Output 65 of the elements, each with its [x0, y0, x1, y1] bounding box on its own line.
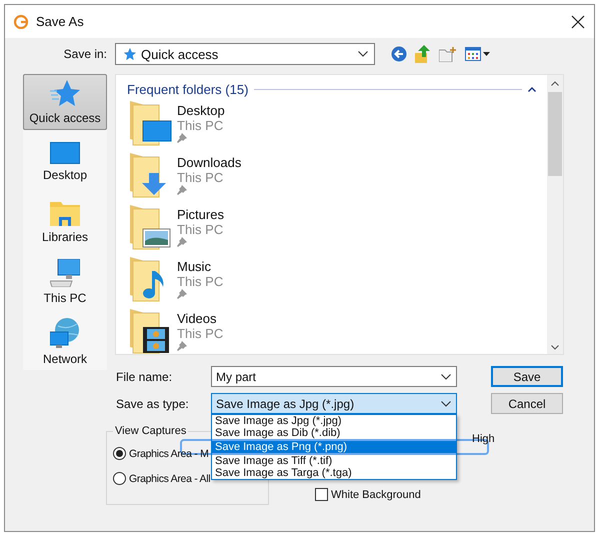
pin-icon [177, 185, 187, 195]
places-item[interactable]: This PC [23, 254, 107, 310]
save-in-label: Save in: [62, 47, 108, 61]
folder-icon [50, 200, 80, 226]
file-name-field[interactable]: My part [211, 366, 457, 387]
network-icon [50, 318, 80, 348]
folder-location: This PC [177, 222, 224, 237]
monitor-icon [50, 142, 80, 164]
places-item[interactable]: Network [23, 314, 107, 370]
pin-icon [177, 133, 187, 143]
scrollbar-thumb[interactable] [548, 92, 562, 176]
chevron-down-icon [441, 374, 451, 380]
pin-icon [177, 289, 187, 299]
back-icon[interactable] [391, 46, 407, 62]
pin-icon [177, 237, 187, 247]
file-name-label: File name: [115, 370, 174, 384]
app-logo-icon [14, 14, 28, 28]
computer-icon [50, 259, 80, 287]
save-as-type-dropdown[interactable]: Save Image as Jpg (*.jpg) [211, 393, 457, 414]
pictures-folder-icon [127, 203, 173, 251]
dropdown-option[interactable]: Save Image as Tiff (*.tif) [212, 455, 456, 467]
dropdown-option[interactable]: Save Image as Jpg (*.jpg) [212, 415, 456, 427]
folder-name[interactable]: Downloads [177, 155, 242, 170]
save-in-dropdown[interactable]: Quick access [115, 43, 375, 65]
places-item[interactable]: Quick access [23, 74, 107, 130]
places-item[interactable]: Libraries [23, 194, 107, 250]
folder-location: This PC [177, 118, 224, 133]
up-folder-icon[interactable] [415, 45, 431, 63]
save-button[interactable]: Save [491, 366, 563, 387]
radio-label: Graphics Area - All [129, 472, 210, 484]
group-header[interactable]: Frequent folders (15) [127, 82, 248, 96]
caret-icon [483, 52, 490, 56]
window-title: Save As [36, 14, 85, 29]
star-icon [50, 79, 80, 107]
dropdown-option[interactable]: Save Image as Dib (*.dib) [212, 427, 456, 439]
dropdown-option[interactable]: Save Image as Png (*.png) [212, 441, 456, 453]
star-icon [122, 47, 136, 61]
new-folder-icon[interactable] [439, 46, 457, 62]
scroll-up-icon[interactable] [551, 81, 559, 86]
save-as-type-label: Save as type: [115, 396, 190, 410]
folder-name[interactable]: Desktop [177, 103, 225, 118]
checkbox-label: White Background [331, 488, 421, 500]
chevron-down-icon [358, 51, 368, 57]
radio-button[interactable] [113, 447, 126, 460]
folder-name[interactable]: Music [177, 259, 224, 274]
grid-icon [465, 47, 481, 61]
folder-name[interactable]: Videos [177, 311, 224, 326]
scroll-down-icon[interactable] [551, 345, 559, 350]
group-title: View Captures [113, 425, 188, 437]
scrollbar[interactable] [547, 75, 563, 354]
collapse-icon[interactable] [528, 86, 536, 92]
checkbox[interactable] [315, 488, 328, 501]
dropdown-option[interactable]: Save Image as Targa (*.tga) [212, 467, 456, 479]
folder-location: This PC [177, 170, 224, 185]
cancel-button[interactable]: Cancel [491, 393, 563, 414]
pin-icon [177, 341, 187, 351]
radio-button[interactable] [113, 472, 126, 485]
desktop-folder-icon [127, 99, 173, 147]
folder-name[interactable]: Pictures [177, 207, 224, 222]
view-menu-button[interactable] [465, 47, 490, 61]
folder-location: This PC [177, 326, 224, 341]
folder-location: This PC [177, 274, 224, 289]
chevron-down-icon [441, 400, 451, 406]
close-icon[interactable] [571, 14, 585, 28]
places-item[interactable]: Desktop [23, 134, 107, 190]
